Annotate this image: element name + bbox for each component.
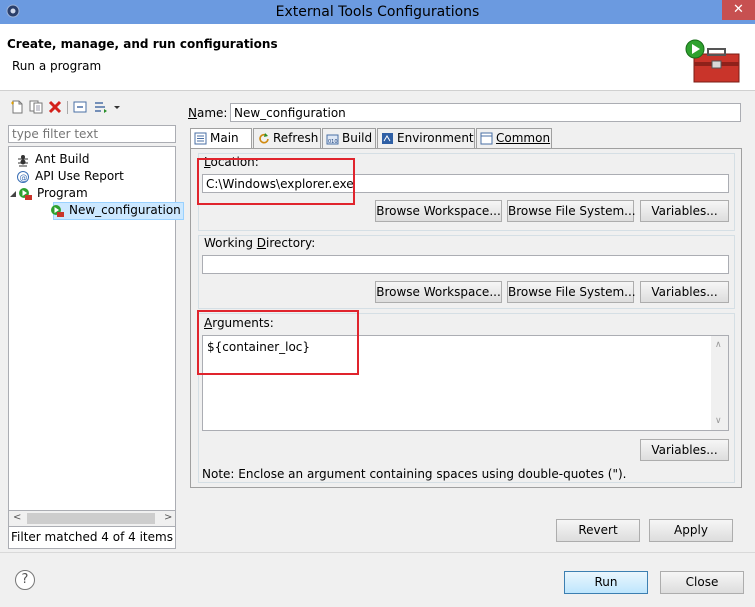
common-icon [480,132,493,145]
toolbar-divider [67,101,68,114]
location-variables-button[interactable]: Variables... [640,200,729,222]
filter-input[interactable] [9,126,175,142]
help-icon[interactable]: ? [15,570,35,590]
filter-status: Filter matched 4 of 4 items [8,527,176,549]
revert-button[interactable]: Revert [556,519,640,542]
close-button[interactable]: Close [660,571,744,594]
environment-icon [382,133,393,144]
tree-item-label: New_configuration [69,203,181,217]
window-close-button[interactable]: ✕ [722,0,755,20]
tree-item-label: Program [37,186,88,200]
chevron-down-icon[interactable] [112,100,122,114]
ant-icon [18,154,28,166]
run-button[interactable]: Run [564,571,648,594]
refresh-icon [259,133,269,144]
workdir-browse-workspace-button[interactable]: Browse Workspace... [375,281,502,303]
tab-main[interactable]: Main [190,128,252,150]
scroll-down-icon[interactable]: ∨ [715,416,722,426]
scrollbar-thumb[interactable] [27,513,155,524]
tab-environment[interactable]: Environment [377,128,475,148]
program-config-icon [51,204,64,217]
tree-item-new-configuration[interactable]: New_configuration [51,202,184,220]
tree-item-label: Ant Build [35,152,90,166]
workdir-variables-button[interactable]: Variables... [640,281,729,303]
scroll-up-icon[interactable]: ∧ [715,340,722,350]
arguments-variables-button[interactable]: Variables... [640,439,729,461]
filter-box[interactable] [8,125,176,143]
scroll-left-icon[interactable]: < [13,512,21,523]
location-highlight-box [197,158,355,205]
config-toolbar [8,100,178,118]
new-config-icon[interactable] [10,100,24,114]
tree-item-program[interactable]: Program [10,185,88,202]
filter-icon[interactable] [94,100,108,114]
working-directory-label: Working Directory: [204,236,316,250]
tree-item-label: API Use Report [35,169,124,183]
workdir-browse-file-system-button[interactable]: Browse File System... [507,281,636,303]
tab-refresh[interactable]: Refresh [253,128,321,148]
api-report-icon: @ [17,170,29,183]
tree-item-api-use-report[interactable]: @ API Use Report [16,168,124,185]
program-icon [19,187,32,200]
header-subtitle: Run a program [12,59,102,73]
collapse-all-icon[interactable] [73,100,87,114]
working-directory-input[interactable] [203,256,728,273]
location-browse-file-system-button[interactable]: Browse File System... [507,200,636,222]
dialog-header: Create, manage, and run configurations R… [0,24,755,91]
tree-horizontal-scrollbar[interactable]: < > [8,510,176,527]
svg-text:@: @ [20,173,28,182]
scroll-right-icon[interactable]: > [164,512,172,523]
duplicate-icon[interactable] [29,100,43,114]
tab-build[interactable]: 010 Build [322,128,376,148]
window-title: External Tools Configurations [275,4,480,20]
title-bar: External Tools Configurations ✕ [0,0,755,24]
working-directory-field[interactable] [202,255,729,274]
main-tab-icon [194,132,207,145]
tree-expand-icon[interactable] [10,189,18,199]
delete-icon[interactable] [48,100,62,114]
build-icon: 010 [326,134,339,145]
tab-common[interactable]: Common [476,128,552,148]
name-label: Name: [188,106,228,120]
tree-item-ant-build[interactable]: Ant Build [16,151,89,168]
config-tree[interactable]: Ant Build @ API Use Report Program New_c… [8,146,184,510]
arguments-note: Note: Enclose an argument containing spa… [202,467,627,481]
apply-button[interactable]: Apply [649,519,733,542]
arguments-vertical-scrollbar[interactable]: ∧ ∨ [711,336,728,430]
toolbox-run-icon [685,39,740,83]
arguments-highlight-box [197,310,359,375]
header-title: Create, manage, and run configurations [7,37,278,51]
name-field[interactable] [230,103,741,122]
name-input[interactable] [231,104,740,121]
svg-text:010: 010 [328,139,338,145]
location-browse-workspace-button[interactable]: Browse Workspace... [375,200,502,222]
